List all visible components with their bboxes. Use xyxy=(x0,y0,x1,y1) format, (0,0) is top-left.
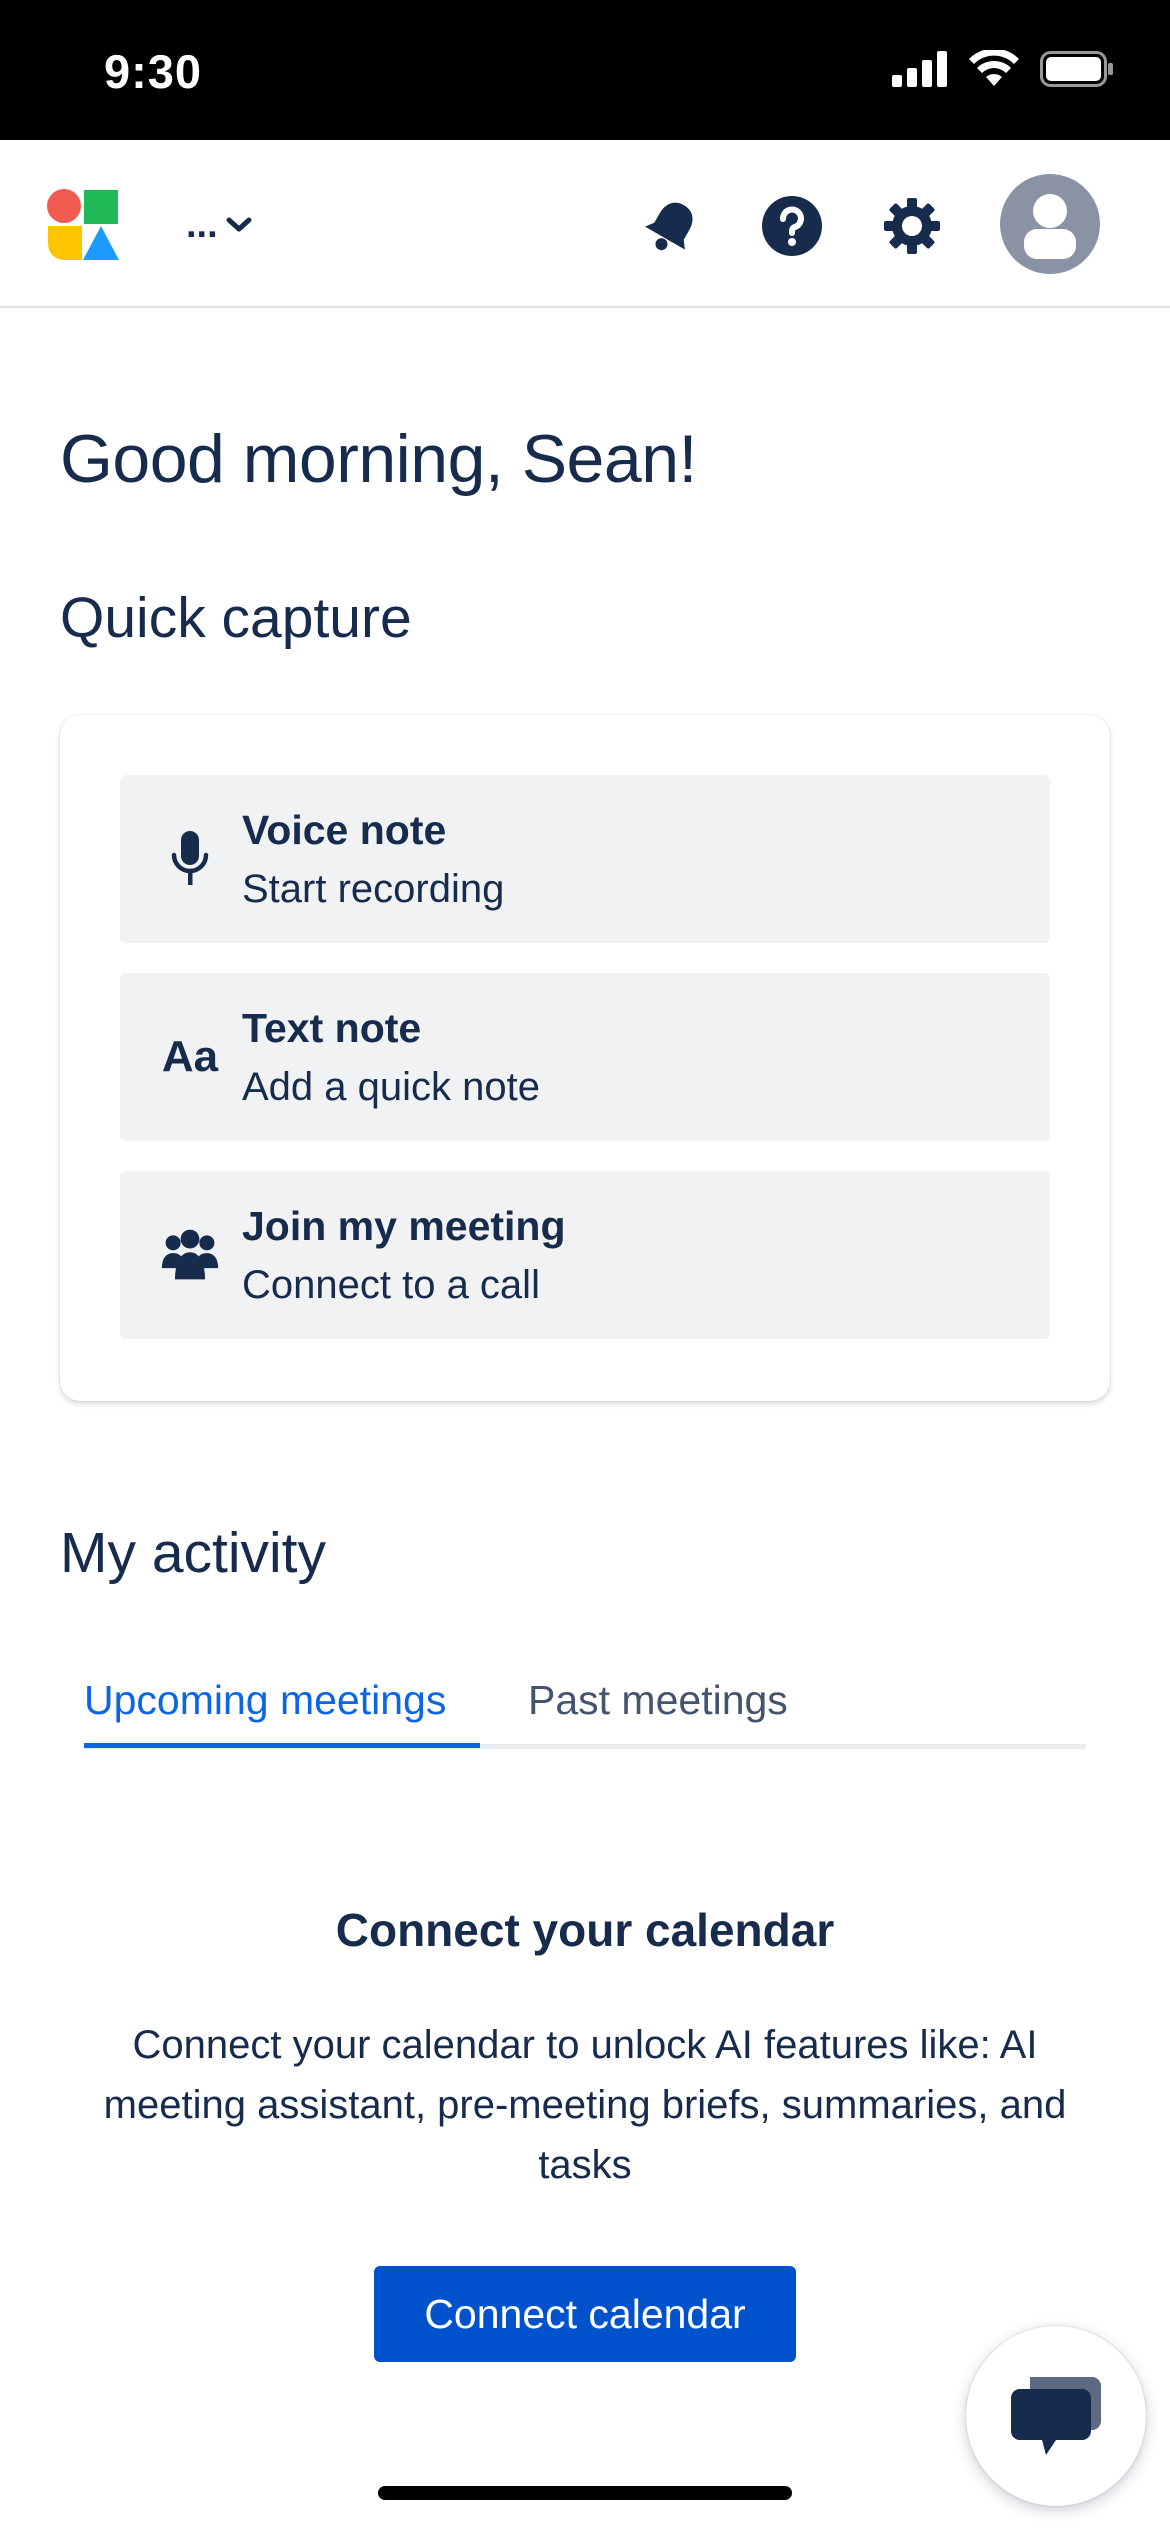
workspace-label: ... xyxy=(186,203,218,246)
chevron-down-icon xyxy=(226,217,252,232)
cellular-signal-icon xyxy=(892,51,947,87)
battery-icon xyxy=(1040,51,1113,87)
help-button[interactable] xyxy=(758,192,826,260)
text-note-title: Text note xyxy=(242,1005,422,1051)
voice-note-title: Voice note xyxy=(242,807,447,853)
user-icon xyxy=(1024,194,1076,259)
activity-tabs: Upcoming meetings Past meetings xyxy=(84,1665,1086,1749)
quick-capture-title: Quick capture xyxy=(60,586,412,650)
chat-bubbles-icon xyxy=(1011,2377,1101,2455)
join-meeting-title: Join my meeting xyxy=(242,1203,566,1249)
voice-note-subtitle: Start recording xyxy=(242,867,505,911)
app-header: ... xyxy=(0,140,1170,308)
notifications-button[interactable] xyxy=(638,192,706,260)
empty-state-title: Connect your calendar xyxy=(335,1904,835,1956)
active-tab-indicator xyxy=(84,1743,480,1748)
settings-button[interactable] xyxy=(878,192,946,260)
app-logo[interactable] xyxy=(46,188,120,262)
help-icon xyxy=(762,196,822,256)
join-meeting-button[interactable]: Join my meeting Connect to a call xyxy=(120,1171,1050,1339)
microphone-icon xyxy=(160,829,220,889)
people-icon xyxy=(160,1225,220,1285)
home-indicator xyxy=(378,2486,792,2500)
status-bar: 9:30 xyxy=(0,0,1170,140)
gear-icon xyxy=(884,198,940,254)
wifi-icon xyxy=(969,50,1019,86)
workspace-switcher[interactable]: ... xyxy=(186,200,252,250)
text-note-button[interactable]: Aa Text note Add a quick note xyxy=(120,973,1050,1141)
chat-button[interactable] xyxy=(966,2326,1146,2506)
voice-note-button[interactable]: Voice note Start recording xyxy=(120,775,1050,943)
bell-icon xyxy=(645,202,693,251)
tab-past-meetings[interactable]: Past meetings xyxy=(528,1677,788,1724)
status-icons xyxy=(892,50,1114,88)
avatar[interactable] xyxy=(1000,174,1100,274)
status-time: 9:30 xyxy=(104,45,203,98)
greeting-heading: Good morning, Sean! xyxy=(60,421,697,497)
text-note-subtitle: Add a quick note xyxy=(242,1065,540,1109)
text-icon: Aa xyxy=(161,1032,219,1081)
join-meeting-subtitle: Connect to a call xyxy=(242,1263,540,1307)
my-activity-title: My activity xyxy=(60,1521,327,1585)
tab-upcoming-meetings[interactable]: Upcoming meetings xyxy=(84,1677,446,1724)
empty-state-description: Connect your calendar to unlock AI featu… xyxy=(103,2023,1067,2187)
connect-calendar-button[interactable]: Connect calendar xyxy=(374,2266,796,2362)
quick-capture-card: Voice note Start recording Aa Text note … xyxy=(60,715,1110,1401)
app-screen: 9:30 ... Good morning, Sean! Quick captu… xyxy=(0,0,1170,2532)
